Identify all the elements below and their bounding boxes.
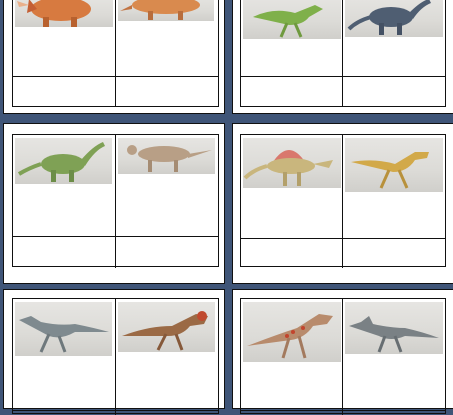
image-cell	[115, 0, 218, 77]
card-2	[232, 0, 453, 114]
label-cell	[13, 77, 116, 107]
card-table	[12, 0, 219, 107]
card-table	[12, 298, 219, 415]
spotted-quadruped-drawing-icon	[117, 138, 215, 174]
label-cell	[13, 411, 116, 415]
label-cell	[241, 411, 343, 415]
label-cell	[241, 77, 343, 107]
spinosaurus-drawing-icon	[243, 138, 341, 188]
image-cell	[241, 135, 343, 239]
sauropod-drawing-icon	[345, 0, 443, 37]
card-table	[12, 134, 219, 268]
grey-ornithomimid-drawing-icon	[345, 302, 443, 354]
card-1	[3, 0, 225, 114]
triceratops-drawing-icon	[15, 0, 113, 27]
label-cell	[116, 237, 219, 268]
image-cell	[343, 135, 445, 239]
green-sauropod-drawing-icon	[15, 138, 112, 184]
image-cell	[115, 299, 218, 411]
card-table	[240, 0, 446, 107]
card-table	[240, 134, 446, 268]
card-5	[3, 289, 225, 415]
yellow-theropod-drawing-icon	[345, 138, 443, 192]
spotted-theropod-drawing-icon	[243, 302, 341, 362]
image-cell	[13, 299, 116, 411]
grey-raptor-drawing-icon	[15, 302, 112, 356]
image-cell	[13, 135, 116, 237]
image-cell	[241, 299, 343, 411]
card-table	[240, 298, 446, 415]
ankylosaur-drawing-icon	[117, 0, 214, 21]
label-cell	[116, 77, 219, 107]
image-cell	[13, 0, 116, 77]
card-4	[232, 123, 453, 284]
label-cell	[241, 239, 343, 268]
image-cell	[343, 299, 445, 411]
brown-theropod-drawing-icon	[117, 302, 215, 352]
label-cell	[13, 237, 116, 268]
card-6	[232, 289, 453, 415]
card-3	[3, 123, 225, 284]
label-cell	[116, 411, 219, 415]
image-cell	[241, 0, 343, 77]
image-cell	[115, 135, 218, 237]
image-cell	[343, 0, 445, 77]
label-cell	[343, 77, 445, 107]
label-cell	[343, 239, 445, 268]
label-cell	[343, 411, 445, 415]
green-theropod-drawing-icon	[243, 0, 341, 39]
